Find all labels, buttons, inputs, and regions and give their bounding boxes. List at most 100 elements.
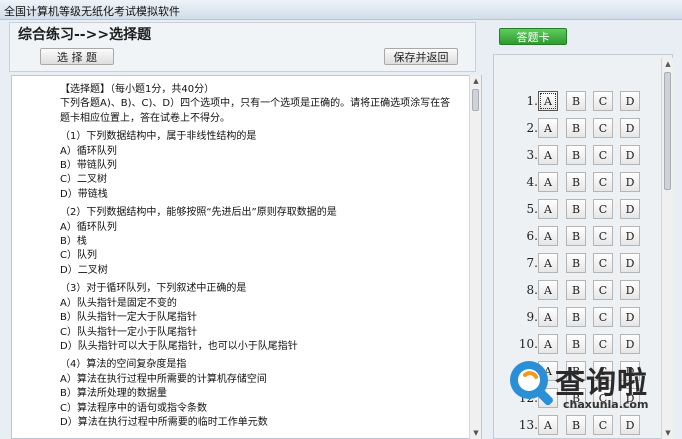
answer-row-number: 1.: [526, 94, 538, 108]
answer-option-button[interactable]: C: [593, 199, 613, 219]
answer-row-number: 3.: [526, 148, 538, 162]
window-titlebar: 全国计算机等级无纸化考试模拟软件: [0, 0, 682, 20]
answer-option-button[interactable]: B: [566, 118, 586, 138]
magnifier-logo-icon: [510, 361, 553, 406]
answer-option-button[interactable]: B: [566, 199, 586, 219]
answer-row: 9. A B C D: [494, 307, 664, 327]
answer-row: 6. A B C D: [494, 226, 664, 246]
answer-option-button[interactable]: D: [620, 91, 640, 111]
answer-option-button[interactable]: A: [538, 118, 558, 138]
answer-option-button[interactable]: C: [593, 226, 613, 246]
question-line: C）二叉树: [60, 174, 107, 186]
answer-option-button[interactable]: B: [566, 172, 586, 192]
question-line: C）队头指针一定小于队尾指针: [60, 326, 197, 338]
scroll-up-arrow-icon[interactable]: ▲: [664, 60, 672, 68]
answer-option-button[interactable]: D: [620, 199, 640, 219]
answer-option-button[interactable]: D: [620, 307, 640, 327]
answer-option-button[interactable]: C: [593, 91, 613, 111]
answer-row-number: 8.: [526, 283, 538, 297]
question-line: C）队列: [60, 250, 97, 262]
question-line: D）带链栈: [60, 188, 108, 200]
answer-option-button[interactable]: C: [593, 253, 613, 273]
answer-option-button[interactable]: A: [538, 91, 558, 111]
question-line: A）队头指针是固定不变的: [60, 297, 177, 309]
answer-option-button[interactable]: A: [538, 253, 558, 273]
question-line: （4）算法的空间复杂度是指: [60, 359, 187, 371]
question-text: 【选择题】（每小题1分，共40分） 下列各题A)、B)、C)、D）四个选项中，只有…: [60, 83, 460, 430]
watermark-brand: 查询啦: [555, 366, 648, 401]
answer-option-button[interactable]: D: [620, 280, 640, 300]
answer-row: 2. A B C D: [494, 118, 664, 138]
watermark: 查询啦 chaxunla.com: [497, 352, 677, 430]
answer-row: 5. A B C D: [494, 199, 664, 219]
answer-option-button[interactable]: B: [566, 145, 586, 165]
answer-option-button[interactable]: B: [566, 334, 586, 354]
answer-option-button[interactable]: D: [620, 226, 640, 246]
window-title: 全国计算机等级无纸化考试模拟软件: [4, 5, 180, 18]
answer-option-button[interactable]: C: [593, 172, 613, 192]
scroll-thumb[interactable]: [664, 72, 671, 190]
question-line: B）算法所处理的数据量: [60, 388, 167, 400]
answer-row-number: 5.: [526, 202, 538, 216]
question-line: 题卡相应位置上，答在试卷上不得分。: [60, 112, 230, 124]
answer-option-button[interactable]: D: [620, 334, 640, 354]
answer-option-button[interactable]: D: [620, 253, 640, 273]
question-line: A）循环队列: [60, 145, 117, 157]
select-question-button[interactable]: 选 择 题: [40, 48, 114, 65]
answer-option-button[interactable]: D: [620, 172, 640, 192]
answer-option-button[interactable]: A: [538, 199, 558, 219]
answer-option-button[interactable]: A: [538, 307, 558, 327]
scroll-down-arrow-icon[interactable]: ▼: [664, 429, 672, 437]
answer-option-button[interactable]: C: [593, 280, 613, 300]
answer-row: 7. A B C D: [494, 253, 664, 273]
question-content-area: 【选择题】（每小题1分，共40分） 下列各题A)、B)、C)、D）四个选项中，只有…: [11, 75, 482, 439]
question-line: B）队头指针一定大于队尾指针: [60, 312, 197, 324]
question-line: B）带链队列: [60, 160, 117, 172]
answer-option-button[interactable]: A: [538, 226, 558, 246]
answer-option-button[interactable]: A: [538, 172, 558, 192]
answer-row-number: 4.: [526, 175, 538, 189]
answer-option-button[interactable]: B: [566, 91, 586, 111]
answer-option-button[interactable]: A: [538, 145, 558, 165]
answer-row: 1. A B C D: [494, 91, 664, 111]
answer-option-button[interactable]: C: [593, 334, 613, 354]
answer-option-button[interactable]: C: [593, 145, 613, 165]
answer-row-number: 6.: [526, 229, 538, 243]
question-line: A）算法在执行过程中所需要的计算机存储空间: [60, 373, 267, 385]
answer-card-button[interactable]: 答题卡: [499, 28, 567, 45]
scroll-down-arrow-icon[interactable]: ▼: [472, 429, 480, 437]
question-line: （3）对于循环队列，下列叙述中正确的是: [60, 283, 247, 295]
answer-option-button[interactable]: D: [620, 145, 640, 165]
answer-option-button[interactable]: A: [538, 280, 558, 300]
answer-row-number: 9.: [526, 310, 538, 324]
answer-row-number: 10.: [518, 337, 538, 351]
scroll-thumb[interactable]: [472, 89, 479, 111]
question-line: （2）下列数据结构中，能够按照“先进后出”原则存取数据的是: [60, 207, 337, 219]
question-line: 下列各题A)、B)、C)、D）四个选项中，只有一个选项是正确的。请将正确选项涂写…: [60, 98, 451, 110]
answer-row: 3. A B C D: [494, 145, 664, 165]
question-line: C）算法程序中的语句或指令条数: [60, 402, 207, 414]
watermark-url: chaxunla.com: [563, 398, 649, 411]
page-title: 综合练习-->>选择题: [18, 27, 152, 43]
question-line: D）队头指针可以大于队尾指针，也可以小于队尾指针: [60, 340, 298, 352]
question-line: （1）下列数据结构中，属于非线性结构的是: [60, 131, 257, 143]
answer-option-button[interactable]: B: [566, 280, 586, 300]
save-and-return-button[interactable]: 保存并返回: [384, 48, 458, 65]
answer-option-button[interactable]: D: [620, 118, 640, 138]
answer-option-button[interactable]: C: [593, 118, 613, 138]
question-line: D）算法在执行过程中所需要的临时工作单元数: [60, 416, 268, 428]
answer-row: 10. A B C D: [494, 334, 664, 354]
answer-option-button[interactable]: C: [593, 307, 613, 327]
scroll-up-arrow-icon[interactable]: ▲: [472, 77, 480, 85]
answer-option-button[interactable]: B: [566, 226, 586, 246]
content-scrollbar[interactable]: ▲ ▼: [469, 75, 481, 439]
answer-row-number: 7.: [526, 256, 538, 270]
question-line: A）循环队列: [60, 221, 117, 233]
answer-row: 8. A B C D: [494, 280, 664, 300]
answer-row: 4. A B C D: [494, 172, 664, 192]
question-line: D）二叉树: [60, 264, 108, 276]
question-line: 【选择题】（每小题1分，共40分）: [60, 84, 215, 95]
answer-option-button[interactable]: B: [566, 307, 586, 327]
answer-option-button[interactable]: A: [538, 334, 558, 354]
answer-option-button[interactable]: B: [566, 253, 586, 273]
